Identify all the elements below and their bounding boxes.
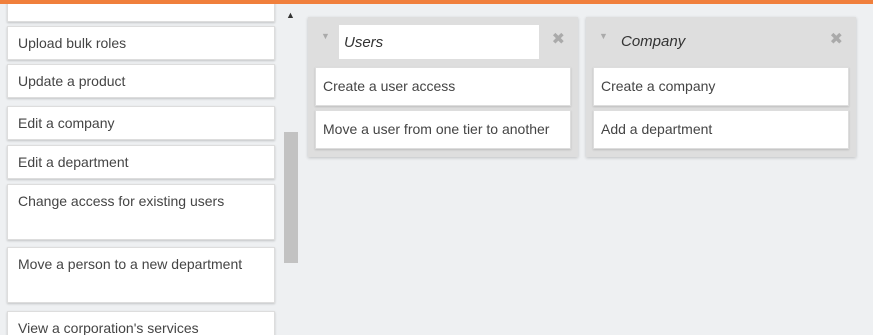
caret-down-icon[interactable]: ▼ bbox=[599, 31, 608, 41]
card-label: Move a user from one tier to another bbox=[323, 121, 550, 137]
card-edit-company[interactable]: Edit a company bbox=[7, 106, 275, 140]
card-label: Change access for existing users bbox=[18, 193, 225, 209]
scrollbar[interactable]: ▲ bbox=[282, 4, 299, 335]
card-label: Edit a department bbox=[18, 154, 129, 170]
card-partial-top[interactable] bbox=[7, 4, 275, 22]
card-change-access[interactable]: Change access for existing users bbox=[7, 184, 275, 240]
caret-down-icon[interactable]: ▼ bbox=[321, 31, 330, 41]
card-upload-bulk-roles[interactable]: Upload bulk roles bbox=[7, 26, 275, 60]
list-header: ▼ Company ✖ bbox=[593, 23, 849, 63]
scrollbar-thumb[interactable] bbox=[284, 132, 298, 263]
card-view-services[interactable]: View a corporation's services bbox=[7, 311, 275, 335]
list-card[interactable]: Move a user from one tier to another bbox=[315, 110, 571, 149]
card-edit-department[interactable]: Edit a department bbox=[7, 145, 275, 179]
card-label: Upload bulk roles bbox=[18, 35, 127, 51]
list-header: ▼ ✖ bbox=[315, 23, 571, 63]
card-update-product[interactable]: Update a product bbox=[7, 64, 275, 98]
list-card[interactable]: Add a department bbox=[593, 110, 849, 149]
list-card[interactable]: Create a user access bbox=[315, 67, 571, 106]
card-label: Move a person to a new department bbox=[18, 256, 243, 272]
card-label: Add a department bbox=[601, 121, 713, 137]
list-card[interactable]: Create a company bbox=[593, 67, 849, 106]
card-label: Edit a company bbox=[18, 115, 115, 131]
close-icon[interactable]: ✖ bbox=[552, 29, 565, 49]
list-users: ▼ ✖ Create a user access Move a user fro… bbox=[308, 17, 578, 157]
close-icon[interactable]: ✖ bbox=[830, 29, 843, 49]
card-label: Update a product bbox=[18, 73, 126, 89]
card-move-person[interactable]: Move a person to a new department bbox=[7, 247, 275, 303]
triangle-up-icon[interactable]: ▲ bbox=[286, 11, 295, 20]
card-label: Create a company bbox=[601, 78, 716, 94]
card-label: Create a user access bbox=[323, 78, 456, 94]
card-label: View a corporation's services bbox=[18, 320, 199, 335]
list-company: ▼ Company ✖ Create a company Add a depar… bbox=[586, 17, 856, 157]
list-title-input[interactable] bbox=[339, 25, 539, 59]
list-title[interactable]: Company bbox=[621, 33, 685, 50]
unassigned-card-list: Upload bulk roles Update a product Edit … bbox=[0, 4, 282, 335]
